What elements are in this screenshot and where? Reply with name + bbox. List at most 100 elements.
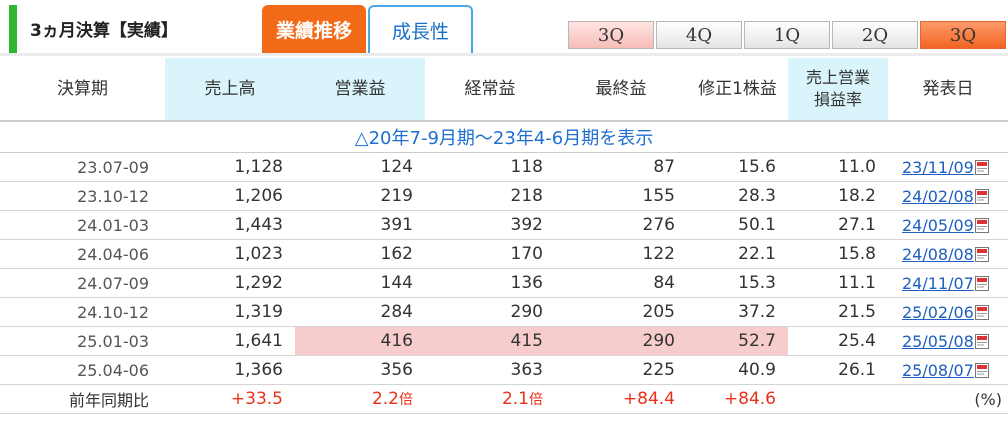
pdf-icon[interactable] bbox=[974, 275, 989, 291]
pdf-icon[interactable] bbox=[974, 304, 989, 320]
cell-operating-profit: 144 bbox=[295, 268, 425, 298]
pdf-icon[interactable] bbox=[974, 159, 989, 175]
cell-operating-margin: 25.4 bbox=[788, 326, 888, 356]
period-range-link[interactable]: △20年7-9月期～23年4-6月期を表示 bbox=[0, 120, 1008, 153]
col-header-announce-date: 発表日 bbox=[922, 79, 974, 99]
tab-growth[interactable]: 成長性 bbox=[368, 5, 473, 53]
yoy-eps: +84.6 bbox=[687, 384, 788, 414]
cell-net-profit: 276 bbox=[555, 210, 687, 240]
pdf-icon[interactable] bbox=[974, 188, 989, 204]
cell-operating-margin: 26.1 bbox=[788, 355, 888, 385]
yoy-sales: +33.5 bbox=[165, 384, 295, 414]
cell-net-profit: 87 bbox=[555, 152, 687, 182]
col-header-period: 決算期 bbox=[57, 79, 108, 99]
tab-performance-trend[interactable]: 業績推移 bbox=[262, 5, 366, 53]
cell-net-profit: 290 bbox=[555, 326, 687, 356]
yoy-row: 前年同期比 +33.5 2.2倍 2.1倍 +84.4 +84.6 (%) bbox=[0, 384, 1008, 414]
table-row: 25.04-06 1,366 356 363 225 40.9 26.1 25/… bbox=[0, 355, 1008, 385]
cell-announce-date: 24/05/09 bbox=[888, 210, 1008, 240]
cell-period: 25.01-03 bbox=[0, 326, 165, 356]
announce-date-link[interactable]: 23/11/09 bbox=[902, 158, 974, 177]
yoy-operating-profit: 2.2倍 bbox=[295, 384, 425, 414]
cell-operating-profit: 162 bbox=[295, 239, 425, 269]
announce-date-link[interactable]: 25/08/07 bbox=[902, 361, 974, 380]
cell-net-profit: 122 bbox=[555, 239, 687, 269]
cell-announce-date: 25/02/06 bbox=[888, 297, 1008, 327]
pdf-icon[interactable] bbox=[974, 217, 989, 233]
yoy-net-profit: +84.4 bbox=[555, 384, 687, 414]
pdf-icon[interactable] bbox=[974, 362, 989, 378]
table-row: 24.01-03 1,443 391 392 276 50.1 27.1 24/… bbox=[0, 210, 1008, 240]
cell-period: 24.01-03 bbox=[0, 210, 165, 240]
pdf-icon[interactable] bbox=[974, 246, 989, 262]
col-header-net-profit: 最終益 bbox=[595, 79, 647, 99]
cell-ordinary-profit: 118 bbox=[425, 152, 555, 182]
announce-date-link[interactable]: 24/02/08 bbox=[902, 187, 974, 206]
table-row: 24.10-12 1,319 284 290 205 37.2 21.5 25/… bbox=[0, 297, 1008, 327]
cell-net-profit: 205 bbox=[555, 297, 687, 327]
yoy-unit: (%) bbox=[888, 384, 1008, 414]
table-row: 24.07-09 1,292 144 136 84 15.3 11.1 24/1… bbox=[0, 268, 1008, 298]
cell-period: 23.10-12 bbox=[0, 181, 165, 211]
page-title: 3ヵ月決算【実績】 bbox=[30, 21, 178, 41]
cell-sales: 1,128 bbox=[165, 152, 295, 182]
col-header-sales: 売上高 bbox=[165, 58, 295, 121]
cell-period: 24.04-06 bbox=[0, 239, 165, 269]
cell-announce-date: 25/05/08 bbox=[888, 326, 1008, 356]
col-header-operating-margin-text: 売上営業 損益率 bbox=[805, 68, 870, 109]
col-header-eps: 修正1株益 bbox=[698, 79, 777, 99]
announce-date-link[interactable]: 25/02/06 bbox=[902, 303, 974, 322]
cell-eps: 52.7 bbox=[687, 326, 788, 356]
announce-date-link[interactable]: 24/08/08 bbox=[902, 245, 974, 264]
table-row: 23.10-12 1,206 219 218 155 28.3 18.2 24/… bbox=[0, 181, 1008, 211]
cell-eps: 15.6 bbox=[687, 152, 788, 182]
earnings-table: 決算期 売上高 営業益 経常益 最終益 修正1株益 売上営業 損益率 発表日 △2… bbox=[0, 58, 1008, 414]
quarter-button-3q-prev[interactable]: 3Q bbox=[568, 21, 654, 49]
cell-sales: 1,641 bbox=[165, 326, 295, 356]
cell-operating-profit: 391 bbox=[295, 210, 425, 240]
cell-period: 24.10-12 bbox=[0, 297, 165, 327]
cell-operating-margin: 21.5 bbox=[788, 297, 888, 327]
yoy-ordinary-profit-unit: 倍 bbox=[529, 392, 543, 408]
announce-date-link[interactable]: 25/05/08 bbox=[902, 332, 974, 351]
cell-ordinary-profit: 218 bbox=[425, 181, 555, 211]
announce-date-link[interactable]: 24/05/09 bbox=[902, 216, 974, 235]
table-row: 23.07-09 1,128 124 118 87 15.6 11.0 23/1… bbox=[0, 152, 1008, 182]
header: 3ヵ月決算【実績】 業績推移 成長性 3Q 4Q 1Q 2Q 3Q bbox=[0, 0, 1008, 58]
quarter-button-1q[interactable]: 1Q bbox=[744, 21, 830, 49]
quarter-button-2q[interactable]: 2Q bbox=[832, 21, 918, 49]
quarter-button-3q-selected[interactable]: 3Q bbox=[920, 21, 1006, 49]
cell-period: 24.07-09 bbox=[0, 268, 165, 298]
table-row: 25.01-03 1,641 416 415 290 52.7 25.4 25/… bbox=[0, 326, 1008, 356]
announce-date-link[interactable]: 24/11/07 bbox=[902, 274, 974, 293]
cell-eps: 22.1 bbox=[687, 239, 788, 269]
cell-sales: 1,206 bbox=[165, 181, 295, 211]
col-header-operating-profit: 営業益 bbox=[295, 58, 425, 121]
header-accent-bar bbox=[9, 5, 17, 55]
cell-operating-margin: 11.0 bbox=[788, 152, 888, 182]
cell-net-profit: 84 bbox=[555, 268, 687, 298]
cell-ordinary-profit: 415 bbox=[425, 326, 555, 356]
cell-operating-profit: 124 bbox=[295, 152, 425, 182]
yoy-operating-profit-unit: 倍 bbox=[399, 392, 413, 408]
table-header-row: 決算期 売上高 営業益 経常益 最終益 修正1株益 売上営業 損益率 発表日 bbox=[0, 58, 1008, 121]
cell-period: 25.04-06 bbox=[0, 355, 165, 385]
cell-sales: 1,292 bbox=[165, 268, 295, 298]
yoy-operating-profit-value: 2.2 bbox=[371, 389, 399, 409]
cell-announce-date: 25/08/07 bbox=[888, 355, 1008, 385]
cell-operating-profit: 356 bbox=[295, 355, 425, 385]
quarter-button-4q[interactable]: 4Q bbox=[656, 21, 742, 49]
cell-net-profit: 225 bbox=[555, 355, 687, 385]
quarter-selector: 3Q 4Q 1Q 2Q 3Q bbox=[568, 21, 1008, 49]
cell-sales: 1,319 bbox=[165, 297, 295, 327]
col-header-operating-margin: 売上営業 損益率 bbox=[788, 58, 888, 121]
cell-sales: 1,023 bbox=[165, 239, 295, 269]
cell-eps: 15.3 bbox=[687, 268, 788, 298]
header-divider bbox=[0, 53, 1008, 56]
col-header-ordinary-profit: 経常益 bbox=[464, 79, 516, 99]
yoy-label: 前年同期比 bbox=[0, 384, 165, 414]
cell-eps: 40.9 bbox=[687, 355, 788, 385]
cell-ordinary-profit: 170 bbox=[425, 239, 555, 269]
pdf-icon[interactable] bbox=[974, 333, 989, 349]
cell-operating-profit: 219 bbox=[295, 181, 425, 211]
